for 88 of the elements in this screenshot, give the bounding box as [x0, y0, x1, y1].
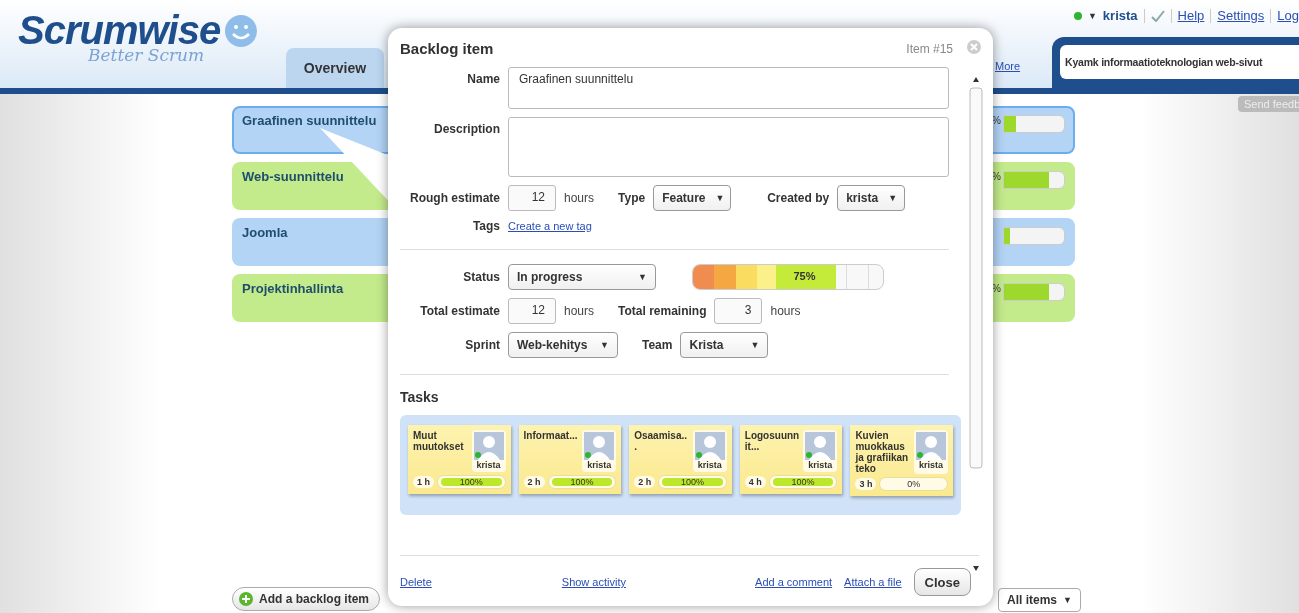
task-card[interactable]: Logosuunnit... krista 4 h 100% [739, 425, 843, 494]
unit-text: hours [564, 191, 595, 205]
person-icon [805, 432, 836, 460]
unit-text: hours [564, 304, 595, 318]
team-dropdown[interactable]: Krista ▼ [680, 332, 769, 358]
activity-link[interactable]: Show activity [561, 576, 626, 588]
person-icon [584, 432, 615, 460]
user-name: krista [808, 460, 833, 470]
task-title: Informaat... [523, 430, 579, 443]
field-label: Tags [471, 219, 500, 233]
nav-tab[interactable]: Overview [286, 48, 384, 88]
user-name[interactable]: krista [1102, 8, 1138, 23]
caret-icon: ▼ [715, 193, 725, 203]
person-icon [473, 432, 504, 460]
item-title: Web-suunnittelu [242, 169, 344, 186]
section-title: Tasks [400, 389, 440, 405]
creator-dropdown[interactable]: krista ▼ [837, 185, 906, 211]
task-title: Logosuunnit... [744, 430, 800, 454]
task-title: Osaamisa... [634, 430, 688, 454]
user-name: krista [697, 460, 722, 470]
user-name: krista [587, 460, 612, 470]
caret-icon: ▼ [750, 340, 760, 350]
field-label: Status [462, 270, 500, 284]
remaining-field[interactable]: 3 [714, 298, 763, 324]
plus-icon [239, 592, 253, 606]
hours-badge: 3 h [855, 478, 877, 490]
percent-text: 100% [790, 476, 816, 488]
item-number: Item #15 [906, 41, 953, 56]
item-title: Graafinen suunnittelu [242, 113, 377, 130]
field-label: Total remaining [618, 304, 707, 318]
caret-icon: ▼ [1063, 595, 1072, 605]
field-label: Description [433, 122, 500, 136]
more-link[interactable]: More [995, 60, 1021, 72]
task-title: Muut muutokset [413, 430, 465, 454]
total-estimate-field: 12 [508, 298, 556, 324]
header-link[interactable]: Log [1277, 8, 1299, 23]
field-label: Name [466, 72, 500, 86]
comment-link[interactable]: Add a comment [755, 576, 833, 588]
caret-icon: ▼ [600, 340, 609, 350]
hours-badge: 1 h [413, 476, 434, 488]
type-dropdown[interactable]: Feature ▼ [653, 185, 732, 211]
percent-text: 100% [569, 476, 595, 488]
smiley-icon [224, 13, 259, 48]
field-label: Rough estimate [409, 191, 500, 205]
hours-badge: 2 h [523, 476, 545, 488]
item-title: Projektinhallinta [242, 281, 344, 298]
field-label: Team [642, 338, 673, 352]
check-icon[interactable] [1150, 9, 1165, 22]
caret-icon[interactable]: ▼ [1087, 10, 1097, 21]
percent-text: 100% [458, 476, 484, 488]
create-tag-link[interactable]: Create a new tag [508, 220, 592, 232]
header-link[interactable]: Help [1177, 8, 1205, 23]
caret-icon: ▼ [888, 193, 898, 203]
item-title: Joomla [242, 225, 288, 242]
field-label: Created by [767, 191, 830, 205]
field-label: Type [618, 191, 646, 205]
percent-text: 100% [679, 476, 705, 488]
add-item-button[interactable]: Add a backlog item [232, 587, 381, 611]
user-name: krista [476, 460, 501, 470]
close-button[interactable]: Close [913, 568, 971, 596]
caret-icon: ▼ [638, 272, 647, 282]
delete-link[interactable]: Delete [400, 576, 432, 588]
person-icon [694, 432, 725, 460]
percent-text: 75% [792, 270, 817, 282]
percent-text: 0% [906, 478, 922, 490]
header-link[interactable]: Settings [1217, 8, 1265, 23]
sprint-dropdown[interactable]: Web-kehitys ▼ [508, 332, 618, 358]
hours-badge: 2 h [634, 476, 656, 488]
dialog-title: Backlog item [400, 40, 494, 57]
field-label: Total estimate [419, 304, 500, 318]
task-card[interactable]: Muut muutokset krista 1 h 100% [408, 425, 511, 494]
field-label: Sprint [464, 338, 500, 352]
task-card[interactable]: Informaat... krista 2 h 100% [518, 425, 622, 494]
status-dropdown[interactable]: In progress ▼ [508, 264, 656, 290]
close-icon[interactable] [967, 40, 981, 54]
hours-badge: 4 h [744, 476, 766, 488]
person-icon [915, 432, 946, 460]
task-card[interactable]: Osaamisa... krista 2 h 100% [629, 425, 732, 494]
task-title: Kuvien muokkaus ja grafiikan teko [855, 430, 910, 474]
estimate-field[interactable]: 12 [508, 185, 556, 211]
description-field[interactable] [508, 117, 949, 177]
unit-text: hours [770, 304, 801, 318]
attach-link[interactable]: Attach a file [844, 576, 902, 588]
filter-dropdown[interactable]: All items ▼ [998, 588, 1081, 612]
name-field[interactable]: Graafinen suunnittelu [508, 67, 949, 109]
task-card[interactable]: Kuvien muokkaus ja grafiikan teko krista 3 h 0% [850, 425, 953, 496]
project-tab[interactable]: Kyamk informaatioteknologian web-sivut [1060, 45, 1299, 79]
user-name: krista [918, 460, 943, 470]
